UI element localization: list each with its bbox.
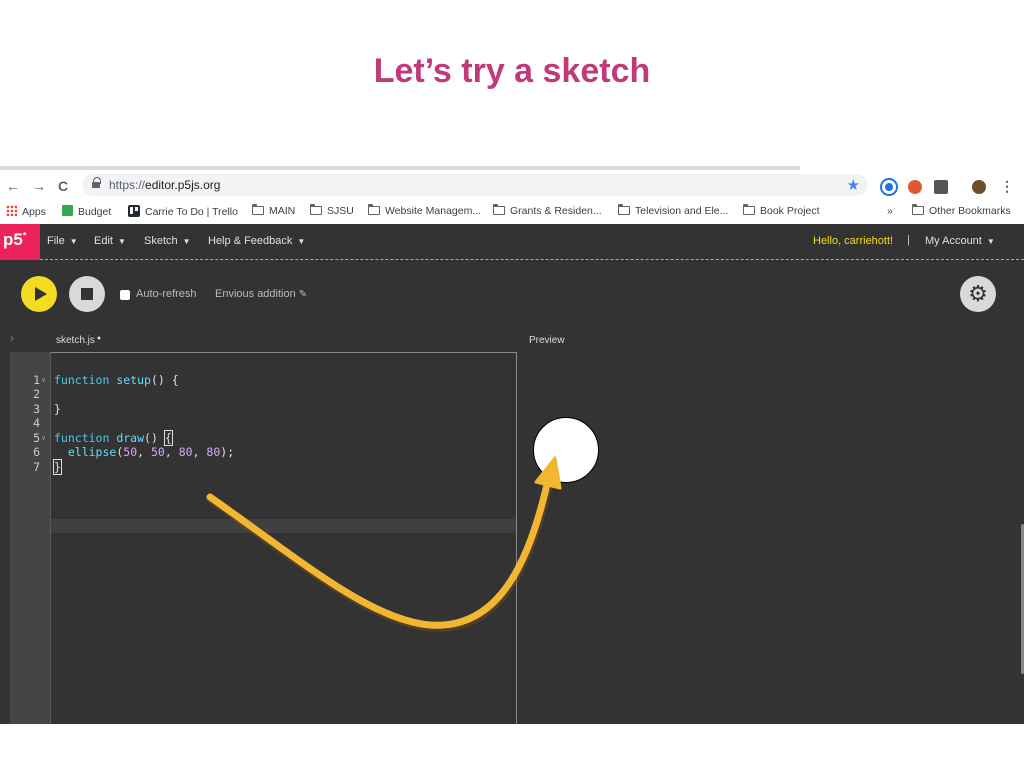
slide: Let’s try a sketch ← → C https://editor.… (0, 0, 1024, 768)
annotation-arrow (206, 456, 562, 632)
